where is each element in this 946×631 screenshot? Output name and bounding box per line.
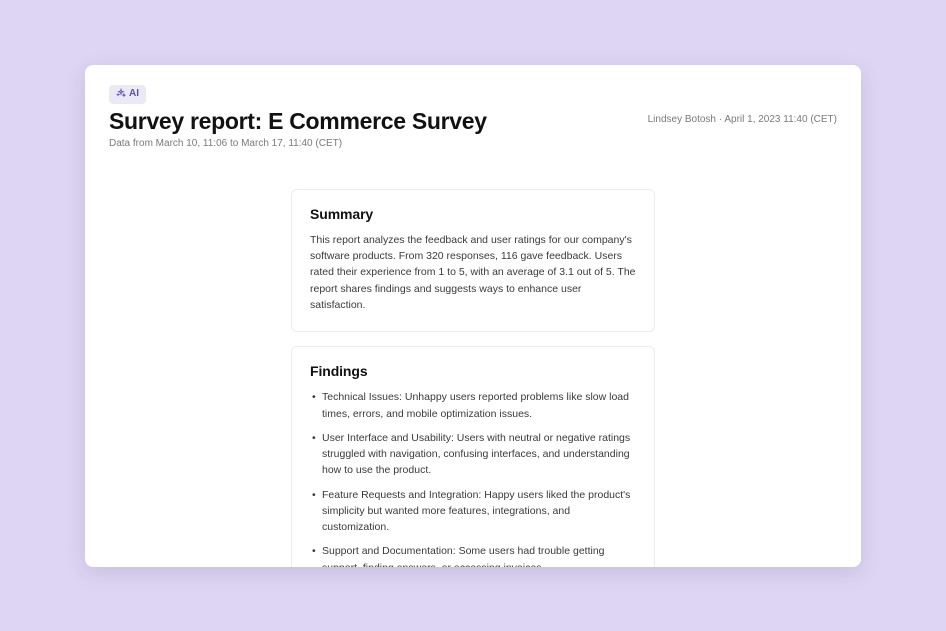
panels-container: Summary This report analyzes the feedbac… bbox=[109, 189, 837, 567]
header-meta: Lindsey Botosh · April 1, 2023 11:40 (CE… bbox=[648, 108, 837, 125]
report-timestamp: April 1, 2023 11:40 (CET) bbox=[724, 114, 837, 125]
findings-item: Feature Requests and Integration: Happy … bbox=[310, 487, 636, 536]
findings-item: User Interface and Usability: Users with… bbox=[310, 430, 636, 479]
header-row: Survey report: E Commerce Survey Lindsey… bbox=[109, 108, 837, 134]
findings-panel: Findings Technical Issues: Unhappy users… bbox=[291, 346, 655, 566]
summary-heading: Summary bbox=[310, 206, 636, 222]
summary-panel: Summary This report analyzes the feedbac… bbox=[291, 189, 655, 332]
findings-list: Technical Issues: Unhappy users reported… bbox=[310, 389, 636, 566]
report-card: AI Survey report: E Commerce Survey Lind… bbox=[85, 65, 861, 567]
sparkle-icon bbox=[116, 88, 126, 101]
findings-item: Technical Issues: Unhappy users reported… bbox=[310, 389, 636, 422]
ai-badge: AI bbox=[109, 85, 146, 104]
page-title: Survey report: E Commerce Survey bbox=[109, 108, 487, 134]
findings-item: Support and Documentation: Some users ha… bbox=[310, 543, 636, 566]
date-range: Data from March 10, 11:06 to March 17, 1… bbox=[109, 138, 837, 149]
summary-body: This report analyzes the feedback and us… bbox=[310, 232, 636, 313]
author-name: Lindsey Botosh bbox=[648, 114, 716, 125]
findings-heading: Findings bbox=[310, 363, 636, 379]
ai-badge-label: AI bbox=[129, 89, 139, 99]
